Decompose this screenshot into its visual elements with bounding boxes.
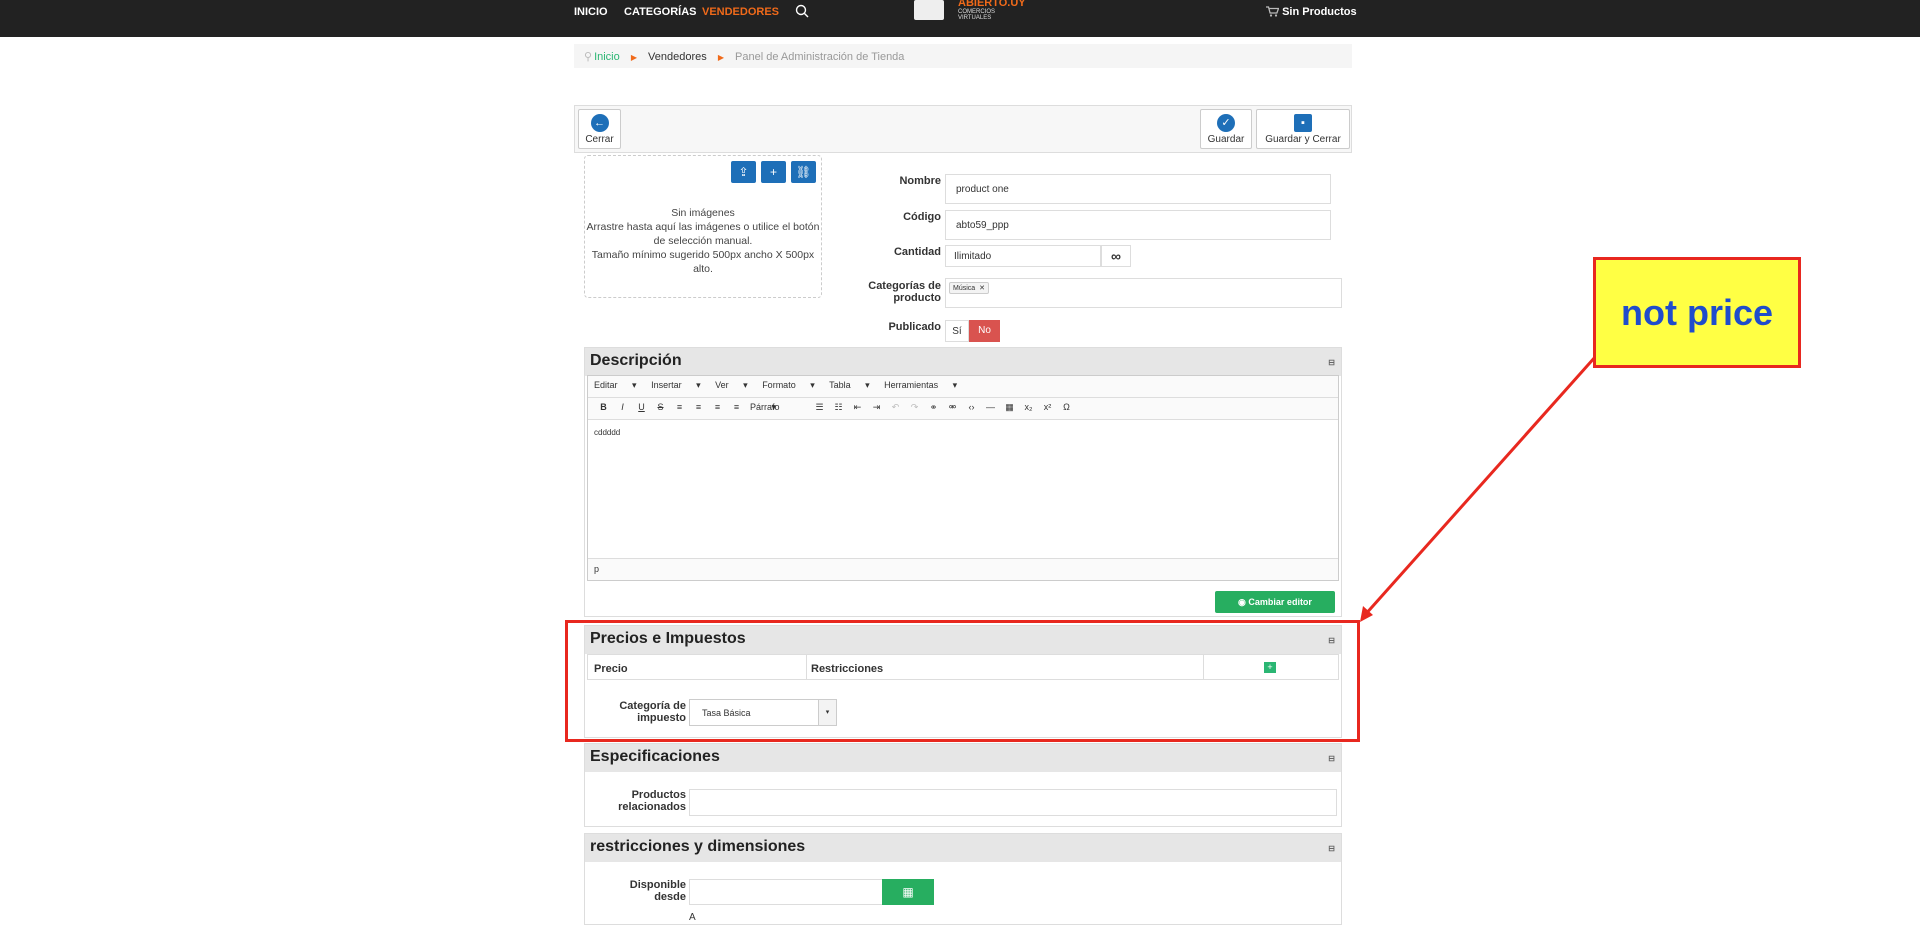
annotation-arrow bbox=[1360, 355, 1598, 622]
annotation-callout: not price bbox=[1593, 257, 1801, 368]
